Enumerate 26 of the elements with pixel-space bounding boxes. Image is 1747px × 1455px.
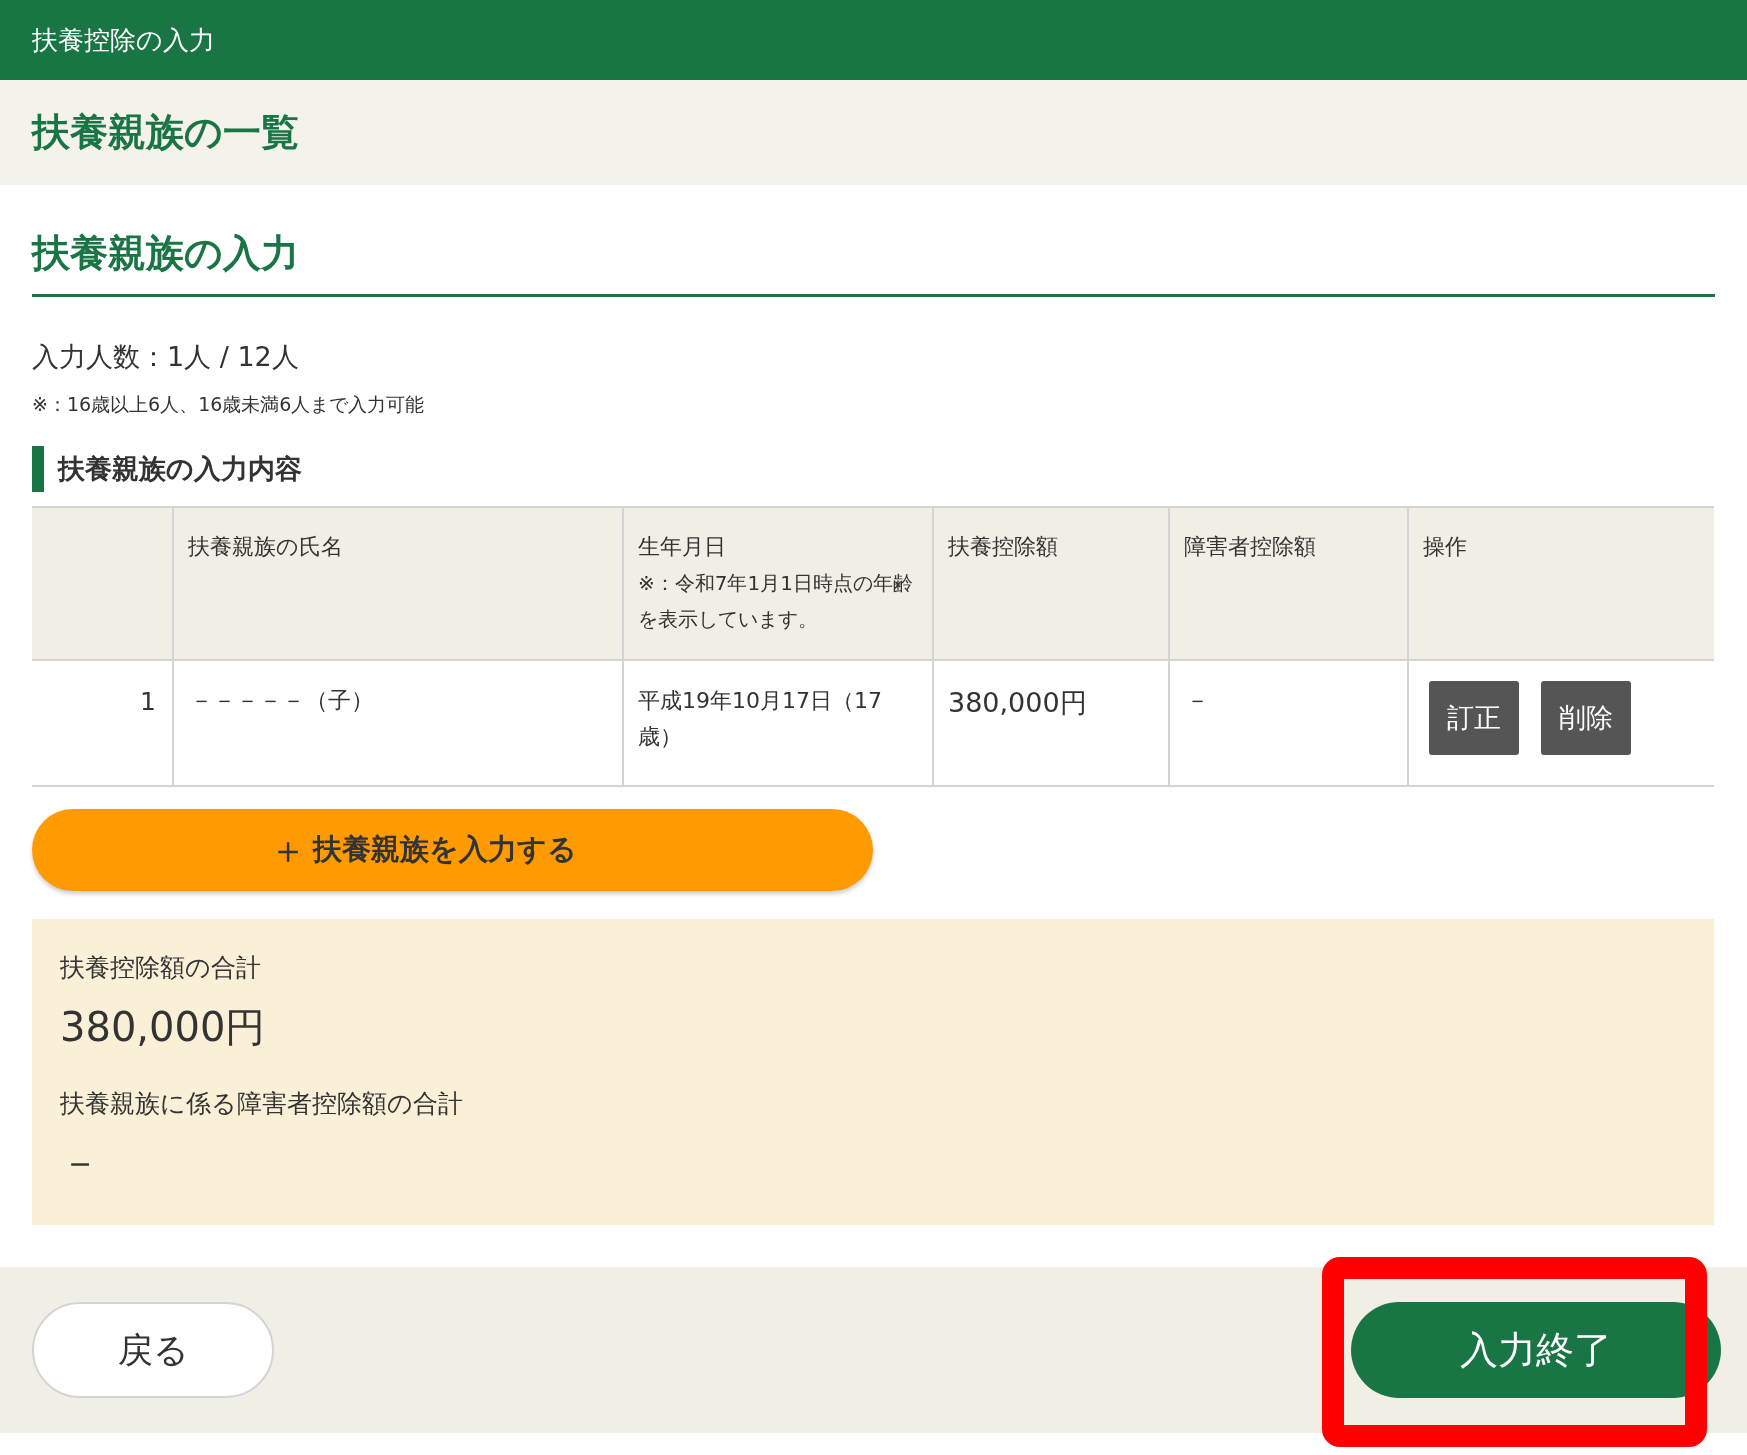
table-cell: －－－－－（子）	[173, 660, 623, 786]
column-header: 障害者控除額	[1169, 507, 1408, 660]
back-button[interactable]: 戻る	[32, 1302, 274, 1398]
count-text: 入力人数：1人 / 12人	[32, 340, 300, 374]
page-title: 扶養親族の一覧	[32, 109, 299, 156]
action-button[interactable]: 訂正	[1429, 681, 1519, 755]
add-dependent-button[interactable]: ＋扶養親族を入力する	[32, 809, 873, 891]
column-header: 生年月日 ※：令和7年1月1日時点の年齢を表示しています。	[623, 507, 933, 660]
row-number-cell: 1	[32, 660, 173, 786]
finish-button[interactable]: 入力終了	[1351, 1302, 1721, 1398]
heading-bar-icon	[32, 446, 44, 492]
count-note: ※：16歳以上6人、16歳未満6人まで入力可能	[32, 391, 426, 417]
summary-value: －	[60, 1138, 101, 1187]
summary-value: 380,000円	[60, 1002, 267, 1052]
summary-label: 扶養控除額の合計	[60, 952, 262, 984]
column-header: 扶養控除額	[933, 507, 1169, 660]
table-cell: 平成19年10月17日（17歳）	[623, 660, 933, 786]
column-header: 操作	[1408, 507, 1714, 660]
summary-label: 扶養親族に係る障害者控除額の合計	[60, 1087, 464, 1120]
header-title: 扶養控除の入力	[32, 23, 215, 57]
column-header: 扶養親族の氏名	[173, 507, 623, 660]
table-cell: 380,000円	[933, 660, 1169, 786]
list-heading: 扶養親族の入力内容	[58, 451, 302, 486]
action-button[interactable]: 削除	[1541, 681, 1631, 755]
section-title: 扶養親族の入力	[32, 225, 1715, 297]
table-cell: －	[1169, 660, 1408, 786]
